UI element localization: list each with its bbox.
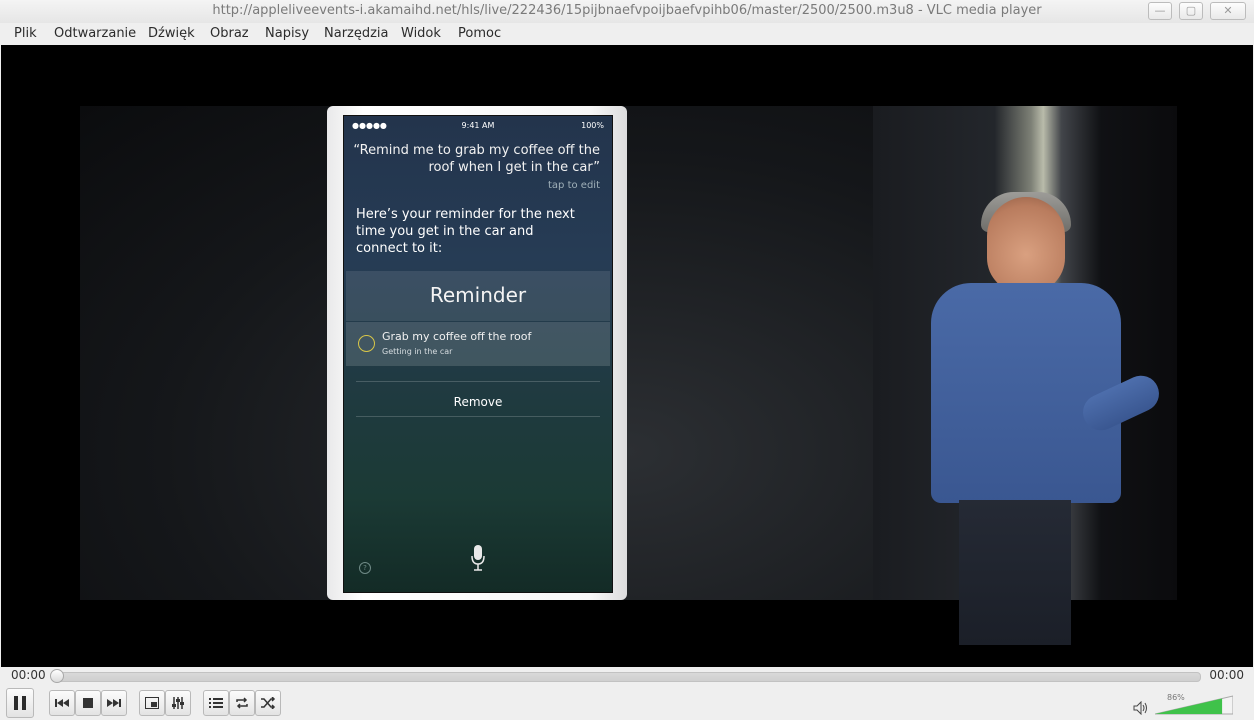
elapsed-time: 00:00 (11, 668, 46, 682)
pause-icon (14, 696, 26, 710)
fullscreen-button[interactable] (139, 690, 165, 716)
menu-napisy[interactable]: Napisy (265, 26, 309, 41)
remove-reminder-label: Remove (453, 395, 503, 409)
menu-bar: Plik Odtwarzanie Dźwięk Obraz Napisy Nar… (0, 23, 1254, 45)
divider (356, 381, 600, 382)
extended-settings-icon (172, 697, 184, 709)
menu-obraz[interactable]: Obraz (210, 26, 249, 41)
volume-slider[interactable] (1155, 695, 1233, 715)
random-button[interactable] (255, 690, 281, 716)
control-toolbar: 86% (0, 685, 1254, 720)
maximize-button[interactable]: ▢ (1179, 2, 1203, 20)
iphone-frame: ●●●●● 9:41 AM 100% “Remind me to grab my… (327, 106, 627, 600)
loop-icon (236, 697, 248, 709)
previous-icon (55, 699, 69, 707)
playlist-icon (209, 698, 223, 708)
stop-icon (83, 698, 93, 708)
reminder-item: Grab my coffee off the roof Getting in t… (346, 322, 610, 366)
microphone-icon (471, 545, 485, 571)
reminder-item-title: Grab my coffee off the roof (382, 330, 532, 343)
close-button[interactable]: ✕ (1210, 2, 1246, 20)
minimize-button[interactable]: — (1148, 2, 1172, 20)
menu-dzwiek[interactable]: Dźwięk (148, 26, 195, 41)
help-icon: ? (359, 562, 371, 574)
reminder-card-header: Reminder (346, 271, 610, 321)
battery-indicator: 100% (581, 121, 604, 130)
reminder-checkbox-icon (358, 335, 375, 352)
iphone-screen: ●●●●● 9:41 AM 100% “Remind me to grab my… (343, 115, 613, 593)
menu-plik[interactable]: Plik (14, 26, 37, 41)
divider (356, 416, 600, 417)
vlc-window: http://appleliveevents-i.akamaihd.net/hl… (0, 0, 1254, 720)
pause-button[interactable] (6, 688, 34, 718)
tap-to-edit: tap to edit (548, 180, 600, 191)
random-icon (261, 697, 276, 709)
siri-query: “Remind me to grab my coffee off the roo… (353, 143, 600, 175)
title-bar[interactable]: http://appleliveevents-i.akamaihd.net/hl… (0, 0, 1254, 24)
playlist-button[interactable] (203, 690, 229, 716)
previous-button[interactable] (49, 690, 75, 716)
loop-button[interactable] (229, 690, 255, 716)
speaker-jeans (959, 500, 1071, 645)
stop-button[interactable] (75, 690, 101, 716)
status-time: 9:41 AM (461, 121, 495, 130)
seek-handle[interactable] (50, 669, 64, 683)
volume-icon[interactable] (1133, 701, 1149, 715)
siri-answer: Here’s your reminder for the next time y… (356, 207, 575, 256)
seek-bar[interactable] (52, 672, 1201, 682)
extended-settings-button[interactable] (165, 690, 191, 716)
next-icon (107, 699, 121, 707)
menu-narzedzia[interactable]: Narzędzia (324, 26, 389, 41)
menu-widok[interactable]: Widok (401, 26, 441, 41)
fullscreen-icon (145, 697, 159, 709)
menu-pomoc[interactable]: Pomoc (458, 26, 501, 41)
total-time: 00:00 (1209, 668, 1244, 682)
speaker-shirt (931, 283, 1121, 503)
reminder-item-subtitle: Getting in the car (382, 347, 453, 356)
status-bar: ●●●●● 9:41 AM 100% (344, 121, 612, 133)
speaker-head (987, 197, 1065, 293)
video-area[interactable]: ●●●●● 9:41 AM 100% “Remind me to grab my… (1, 45, 1253, 667)
window-title: http://appleliveevents-i.akamaihd.net/hl… (212, 3, 1042, 18)
reminder-card-title: Reminder (429, 283, 527, 307)
seek-row: 00:00 00:00 (0, 667, 1254, 685)
menu-odtwarzanie[interactable]: Odtwarzanie (54, 26, 136, 41)
next-button[interactable] (101, 690, 127, 716)
